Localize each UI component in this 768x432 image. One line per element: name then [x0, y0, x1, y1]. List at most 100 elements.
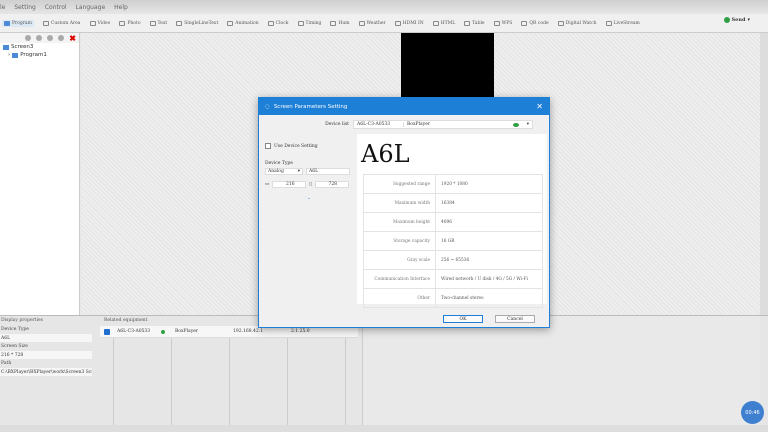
tree-item-screen[interactable]: Screen3 — [0, 43, 79, 51]
app-icon: ◌ — [265, 103, 270, 110]
expand-chevron-icon[interactable]: ⌄ — [262, 196, 356, 201]
tool-label: HDMI IN — [402, 20, 424, 26]
toolbar-livestream[interactable]: LiveStream — [605, 20, 640, 26]
spec-key: Other — [363, 288, 436, 308]
spec-table: Suggested range 1920 * 1080 Maximum width 1… — [363, 174, 543, 308]
spec-row: Other Two-channel stereo — [363, 288, 543, 308]
toolbar-hdmi-in[interactable]: HDMI IN — [394, 20, 424, 26]
tool-label: Photo — [127, 20, 141, 26]
menu-setting[interactable]: Setting — [14, 4, 35, 11]
dialog-title: Screen Parameters Setting — [273, 103, 348, 110]
tool-icon — [227, 20, 234, 26]
delete-icon[interactable]: ✖ — [69, 34, 76, 42]
spec-value: Two-channel stereo — [435, 288, 543, 308]
toolbar-clock[interactable]: Clock — [267, 20, 289, 26]
tool-icon — [358, 20, 365, 26]
path-label: Path — [1, 361, 12, 366]
tool-icon — [493, 20, 500, 26]
spec-value: 1920 * 1080 — [435, 174, 543, 194]
row-checkbox[interactable] — [104, 328, 110, 335]
menu-file[interactable]: le — [0, 4, 5, 11]
tool-icon — [267, 20, 274, 26]
toolbar-timing[interactable]: Timing — [297, 20, 321, 26]
tool-label: Table — [472, 20, 485, 26]
device-type-input[interactable]: A6L — [306, 168, 350, 175]
paste-icon[interactable] — [36, 35, 43, 41]
toolbar-photo[interactable]: Photo — [119, 20, 141, 26]
up-icon[interactable] — [47, 35, 54, 41]
online-status-icon — [161, 329, 165, 334]
device-name: BoxPlayer — [175, 329, 199, 334]
toolbar-html[interactable]: HTML — [432, 20, 456, 26]
use-device-setting-label: Use Device Setting — [274, 143, 318, 149]
tool-icon — [464, 20, 471, 26]
send-button[interactable]: Send ▾ — [723, 17, 750, 23]
close-icon[interactable]: ✕ — [536, 102, 543, 111]
toolbar-animation[interactable]: Animation — [227, 20, 259, 26]
toolbar-custom-area[interactable]: Custom Area — [42, 20, 81, 26]
tool-icon — [176, 20, 183, 26]
toolbar-video[interactable]: Video — [89, 20, 110, 26]
menu-control[interactable]: Control — [45, 4, 67, 11]
toolbar-text[interactable]: Text — [149, 20, 168, 26]
toolbar-qr-code[interactable]: QR code — [521, 20, 549, 26]
program-tree-panel: ✖ Screen3 › Program1 — [0, 33, 80, 315]
display-properties: Display properties Device Type A6L Scree… — [0, 316, 98, 426]
tool-label: HTML — [440, 20, 456, 26]
down-icon[interactable] — [58, 35, 65, 41]
toolbar-program[interactable]: Program — [2, 19, 34, 27]
spec-key: Maximum width — [363, 193, 436, 213]
device-list-select[interactable]: A6L-C3-A0533 BoxPlayer ▾ — [353, 120, 533, 129]
ok-button[interactable]: OK — [443, 315, 483, 323]
toolbar-singlelinetext[interactable]: SingleLineText — [176, 20, 219, 26]
toolbar-digital-watch[interactable]: Digital Watch — [557, 20, 597, 26]
chevron-down-icon: ▾ — [526, 122, 529, 127]
menu-language[interactable]: Language — [76, 4, 106, 11]
device-type-select-value: Analog — [268, 169, 284, 174]
related-equipment: Related equipment A6L-C3-A0533 BoxPlayer… — [100, 316, 358, 426]
copy-icon[interactable] — [25, 35, 32, 41]
device-settings: Use Device Setting Device Type Analog ▾ A… — [262, 133, 356, 209]
tool-label: LiveStream — [613, 20, 640, 26]
vertical-scrollbar[interactable] — [760, 33, 768, 315]
screen-icon — [3, 44, 9, 50]
toolbar-hum[interactable]: Hum — [330, 20, 350, 26]
bottom-panel: Display properties Device Type A6L Scree… — [0, 315, 768, 426]
send-icon — [723, 17, 730, 23]
tool-label: Custom Area — [50, 20, 81, 26]
height-input[interactable]: 728 — [314, 181, 349, 188]
toolbar-weather[interactable]: Weather — [358, 20, 386, 26]
spec-row: Storage capacity 16 GB — [363, 231, 543, 251]
program-icon — [12, 52, 19, 58]
spec-value: 16384 — [435, 193, 543, 213]
use-device-setting-checkbox[interactable]: Use Device Setting — [265, 143, 356, 149]
online-status-icon — [512, 122, 519, 127]
spec-value: Wired network / U disk / 4G / 5G / Wi-Fi — [435, 269, 543, 289]
table-columns — [100, 338, 358, 426]
screen-label: Screen3 — [11, 44, 34, 50]
tree-tools: ✖ — [0, 33, 79, 43]
tool-label: Text — [157, 20, 168, 26]
toolbar-wps[interactable]: WPS — [493, 20, 513, 26]
status-bar — [0, 425, 768, 432]
cancel-button[interactable]: Cancel — [495, 315, 535, 323]
toolbar-table[interactable]: Table — [464, 20, 485, 26]
tool-icon — [4, 20, 10, 26]
tool-label: SingleLineText — [184, 20, 219, 26]
spec-key: Maximum height — [363, 212, 436, 232]
dialog-titlebar: ◌ Screen Parameters Setting ✕ — [259, 98, 549, 115]
screen-preview[interactable] — [401, 33, 494, 98]
tool-label: WPS — [501, 20, 513, 26]
tree-item-program[interactable]: › Program1 — [0, 51, 79, 59]
tool-icon — [297, 20, 304, 26]
spec-key: Storage capacity — [363, 231, 436, 251]
width-input[interactable]: 216 — [272, 181, 307, 188]
device-list-label: Device list — [325, 122, 349, 127]
device-type-select[interactable]: Analog ▾ — [265, 168, 303, 175]
path-value: C:\BXPlayer\BXPlayer\work\Screen3 Scr — [0, 368, 92, 376]
menu-help[interactable]: Help — [114, 4, 128, 11]
tool-label: Hum — [338, 20, 350, 26]
tool-label: Clock — [275, 20, 289, 26]
screen-size-label: Screen Size — [1, 344, 28, 349]
device-type-value: A6L — [0, 334, 92, 342]
